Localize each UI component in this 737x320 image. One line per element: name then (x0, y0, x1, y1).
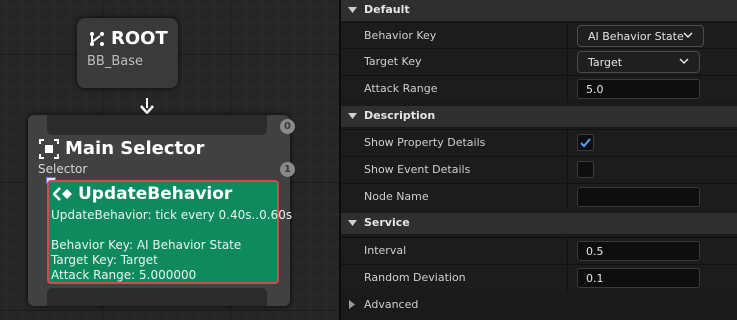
property-interval: Interval 0.5 (341, 237, 737, 264)
checkmark-icon (580, 138, 591, 148)
target-key-label: Target Key (364, 55, 422, 68)
column-divider (567, 184, 568, 210)
property-behavior-key: Behavior Key AI Behavior State (341, 22, 737, 49)
service-attack-range-line: Attack Range: 5.000000 (51, 268, 197, 282)
selector-icon (39, 138, 59, 159)
random-deviation-label: Random Deviation (364, 271, 466, 284)
tree-icon (90, 31, 104, 46)
column-divider (567, 238, 568, 264)
column-divider (567, 23, 568, 49)
selector-output-pin[interactable] (47, 288, 267, 306)
service-title: UpdateBehavior (53, 184, 232, 204)
node-name-input[interactable] (577, 187, 700, 207)
root-node[interactable]: ROOT BB_Base (77, 18, 178, 88)
random-deviation-input[interactable]: 0.1 (577, 268, 700, 288)
chevron-down-icon (679, 58, 689, 65)
node-name-label: Node Name (364, 190, 429, 203)
category-description[interactable]: Description (341, 106, 737, 127)
category-advanced-label: Advanced (364, 298, 419, 311)
behavior-key-value: AI Behavior State (588, 30, 684, 43)
selector-title-text: Main Selector (65, 138, 205, 159)
show-event-details-checkbox[interactable] (577, 161, 594, 178)
property-attack-range: Attack Range 5.0 (341, 75, 737, 102)
chevron-down-icon (348, 7, 357, 13)
property-show-event-details: Show Event Details (341, 156, 737, 183)
random-deviation-value: 0.1 (586, 272, 604, 285)
service-index-badge: 1 (280, 162, 295, 177)
target-key-dropdown[interactable]: Target (577, 51, 700, 73)
category-advanced[interactable]: Advanced (341, 294, 737, 316)
selector-title: Main Selector (39, 138, 204, 159)
category-default[interactable]: Default (341, 0, 737, 21)
property-target-key: Target Key Target (341, 48, 737, 75)
category-service-label: Service (364, 216, 410, 229)
root-node-subtitle: BB_Base (87, 54, 143, 69)
selector-subtitle: Selector (38, 162, 88, 176)
chevron-down-icon (348, 220, 357, 226)
category-service[interactable]: Service (341, 213, 737, 234)
chevron-down-icon (683, 32, 693, 39)
service-icon (53, 187, 72, 201)
show-event-details-label: Show Event Details (364, 163, 471, 176)
category-default-label: Default (364, 3, 410, 16)
behavior-key-dropdown[interactable]: AI Behavior State (577, 25, 704, 47)
interval-value: 0.5 (586, 245, 604, 258)
behavior-tree-graph[interactable]: ROOT BB_Base 0 Main Selector Selector 1 … (0, 0, 339, 320)
root-title-text: ROOT (111, 28, 168, 49)
behavior-key-label: Behavior Key (364, 29, 437, 42)
show-property-details-checkbox[interactable] (577, 134, 594, 151)
column-divider (567, 157, 568, 183)
column-divider (567, 130, 568, 156)
interval-input[interactable]: 0.5 (577, 241, 700, 261)
attack-range-label: Attack Range (364, 82, 438, 95)
property-random-deviation: Random Deviation 0.1 (341, 264, 737, 291)
attack-range-value: 5.0 (586, 83, 604, 96)
chevron-down-icon (348, 113, 357, 119)
service-title-text: UpdateBehavior (78, 184, 233, 204)
execution-index-badge: 0 (280, 119, 295, 134)
service-behavior-key-line: Behavior Key: AI Behavior State (51, 238, 242, 252)
service-description: UpdateBehavior: tick every 0.40s..0.60s B… (51, 208, 292, 283)
service-tick-line: UpdateBehavior: tick every 0.40s..0.60s (51, 208, 293, 222)
selector-input-pin[interactable] (47, 115, 267, 135)
details-panel: Default Behavior Key AI Behavior State T… (341, 0, 737, 320)
show-property-details-label: Show Property Details (364, 136, 486, 149)
service-target-key-line: Target Key: Target (51, 253, 158, 267)
update-behavior-service-node[interactable]: UpdateBehavior UpdateBehavior: tick ever… (47, 180, 292, 284)
column-divider (567, 49, 568, 75)
property-node-name: Node Name (341, 183, 737, 210)
column-divider (567, 265, 568, 291)
arrow-down-icon (140, 98, 154, 114)
target-key-value: Target (588, 56, 623, 69)
property-show-property-details: Show Property Details (341, 129, 737, 156)
root-node-title: ROOT (89, 28, 168, 49)
category-description-label: Description (364, 109, 436, 122)
attack-range-input[interactable]: 5.0 (577, 79, 700, 99)
chevron-right-icon (349, 300, 355, 309)
column-divider (567, 76, 568, 102)
interval-label: Interval (364, 244, 407, 257)
